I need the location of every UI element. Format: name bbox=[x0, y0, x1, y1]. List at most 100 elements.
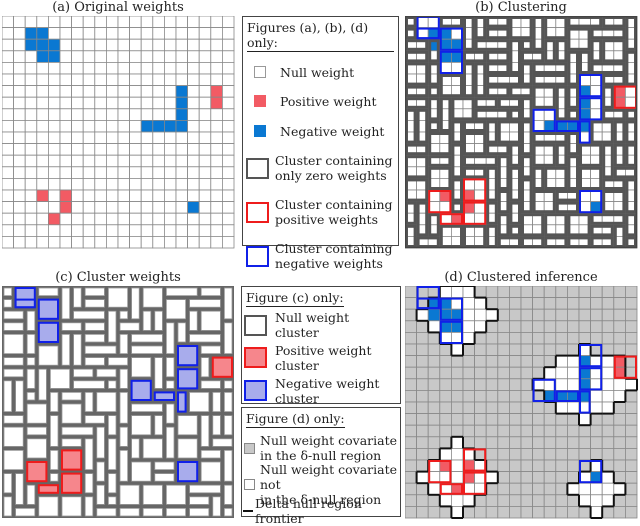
null-weight-cluster bbox=[26, 368, 36, 389]
grid-cell bbox=[94, 235, 107, 249]
legend-abd-heading: Figures (a), (b), (d) only: bbox=[247, 20, 394, 52]
legend-label: positive weights bbox=[275, 212, 378, 227]
grid-cell bbox=[624, 390, 638, 403]
null-weight-cluster bbox=[142, 438, 163, 459]
grid-cell bbox=[210, 16, 223, 29]
null-weight-cluster bbox=[50, 473, 59, 482]
grid-cell bbox=[427, 447, 441, 461]
cluster-negative-swatch bbox=[246, 245, 269, 267]
null-weight-cluster bbox=[154, 310, 163, 331]
panel-a-original-weights bbox=[2, 16, 235, 249]
grid-cell bbox=[48, 50, 61, 63]
grid-cell bbox=[624, 494, 638, 507]
grid-cell bbox=[532, 459, 545, 473]
grid-cell bbox=[2, 108, 15, 121]
grid-cell bbox=[405, 459, 418, 473]
grid-cell bbox=[198, 96, 212, 110]
grid-cell bbox=[129, 96, 142, 110]
negative-weight-cluster bbox=[37, 298, 59, 320]
null-weight-cluster bbox=[119, 334, 128, 355]
null-weight-cluster bbox=[223, 415, 233, 436]
grid-cell bbox=[485, 286, 499, 299]
grid-cell bbox=[117, 120, 131, 133]
grid-cell bbox=[427, 308, 441, 322]
null-weight-cluster bbox=[73, 287, 82, 308]
grid-cell bbox=[543, 424, 557, 438]
grid-cell bbox=[82, 189, 96, 203]
grid-cell bbox=[532, 332, 545, 345]
grid-cell bbox=[555, 471, 568, 484]
grid-cell bbox=[566, 482, 580, 496]
grid-cell bbox=[94, 154, 107, 168]
null-weight-cluster bbox=[84, 287, 105, 296]
grid-cell bbox=[451, 424, 464, 438]
grid-cell bbox=[140, 50, 154, 63]
grid-cell bbox=[590, 436, 603, 449]
null-weight-cluster bbox=[165, 287, 198, 296]
grid-cell bbox=[416, 320, 429, 333]
grid-cell bbox=[198, 50, 212, 63]
grid-cell bbox=[129, 85, 142, 98]
grid-cell bbox=[590, 320, 603, 333]
null-weight-cluster bbox=[212, 415, 221, 436]
null-weight-cluster bbox=[50, 449, 59, 470]
grid-cell bbox=[520, 355, 534, 368]
grid-cell bbox=[520, 494, 534, 507]
grid-cell bbox=[82, 154, 96, 168]
null-weight-cluster bbox=[212, 392, 221, 413]
null-weight-cluster bbox=[50, 392, 59, 413]
null-weight-cluster bbox=[177, 322, 186, 343]
grid-cell bbox=[163, 224, 177, 237]
grid-cell bbox=[613, 297, 626, 310]
grid-cell bbox=[497, 332, 510, 345]
grid-cell bbox=[221, 96, 235, 110]
legend-label: Negative weight bbox=[275, 375, 380, 391]
grid-cell bbox=[566, 447, 580, 461]
grid-cell bbox=[187, 131, 200, 145]
grid-cell bbox=[175, 38, 189, 52]
grid-cell bbox=[129, 154, 142, 168]
positive-weight-swatch bbox=[254, 95, 266, 107]
grid-cell bbox=[555, 378, 568, 391]
grid-cell bbox=[221, 38, 235, 52]
positive-weight-cluster bbox=[37, 484, 59, 494]
grid-cell bbox=[416, 401, 429, 415]
grid-cell bbox=[13, 235, 26, 249]
grid-cell bbox=[221, 177, 235, 191]
grid-cell bbox=[36, 120, 49, 133]
null-weight-cluster bbox=[131, 334, 163, 343]
grid-cell bbox=[71, 120, 84, 133]
grid-cell bbox=[543, 447, 557, 461]
grid-cell bbox=[439, 355, 452, 368]
grid-cell bbox=[451, 459, 464, 473]
grid-cell bbox=[152, 201, 165, 214]
grid-cell bbox=[163, 38, 177, 52]
grid-cell bbox=[439, 447, 452, 461]
grid-cell bbox=[509, 436, 522, 449]
grid-cell bbox=[2, 143, 15, 156]
null-weight-cluster bbox=[96, 484, 105, 505]
grid-cell bbox=[221, 154, 235, 168]
null-weight-cluster bbox=[26, 484, 36, 505]
grid-cell bbox=[36, 131, 49, 145]
grid-cell bbox=[94, 212, 107, 226]
grid-cell bbox=[497, 413, 510, 426]
grid-cell bbox=[36, 85, 49, 98]
grid-cell bbox=[163, 166, 177, 179]
grid-cell bbox=[485, 436, 499, 449]
grid-cell bbox=[405, 390, 418, 403]
null-weight-cluster bbox=[131, 403, 163, 412]
grid-cell bbox=[106, 96, 119, 110]
grid-cell bbox=[187, 177, 200, 191]
grid-cell bbox=[129, 224, 142, 237]
legend-d: Figure (d) only: Null weight covariate in… bbox=[241, 407, 401, 526]
grid-cell bbox=[210, 235, 223, 249]
grid-cell bbox=[13, 224, 26, 237]
grid-cell bbox=[140, 224, 154, 237]
grid-cell bbox=[59, 38, 73, 52]
grid-cell bbox=[71, 154, 84, 168]
legend-label: Cluster containing bbox=[275, 241, 393, 256]
grid-cell bbox=[405, 471, 418, 484]
grid-cell bbox=[497, 378, 510, 391]
grid-cell bbox=[221, 73, 235, 87]
